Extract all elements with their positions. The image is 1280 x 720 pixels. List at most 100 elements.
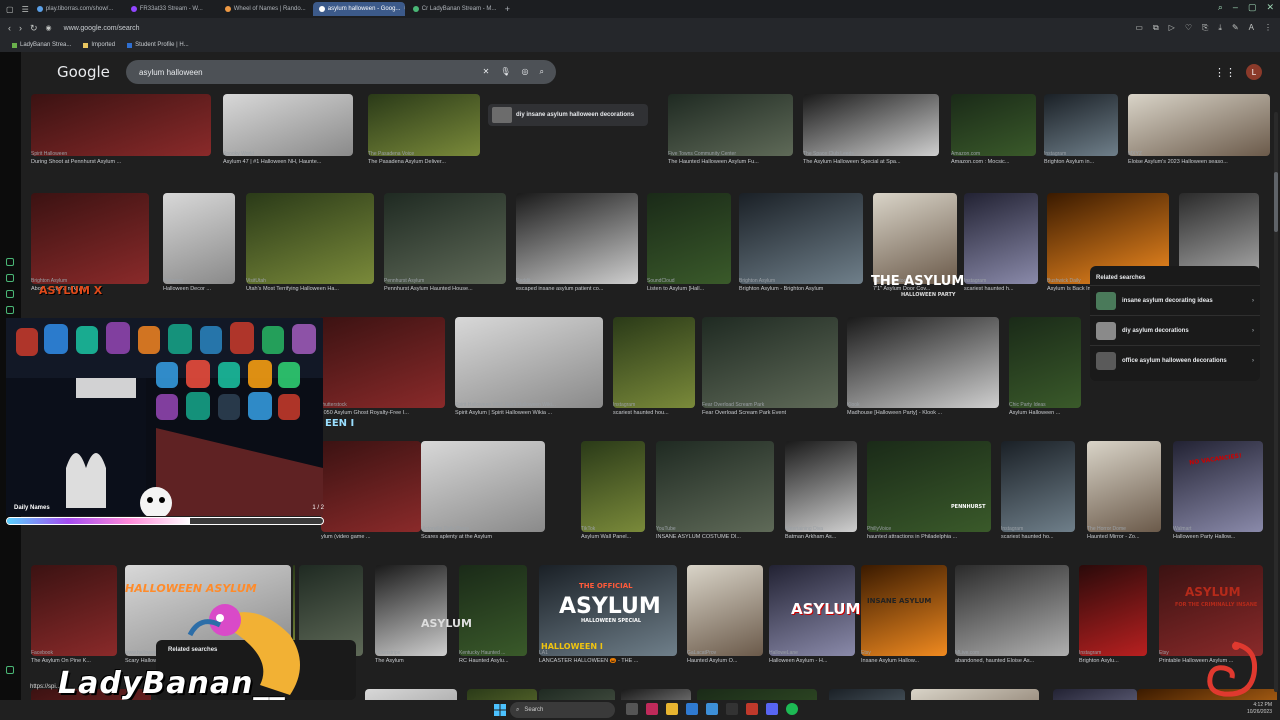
image-result-thumbnail[interactable]: [955, 565, 1069, 656]
image-result-thumbnail[interactable]: [163, 193, 235, 284]
image-result-thumbnail[interactable]: [785, 441, 857, 532]
result-source[interactable]: GaLacatProv: [687, 650, 763, 656]
image-result-thumbnail[interactable]: [455, 317, 603, 408]
result-title[interactable]: haunted attractions in Philadelphia ...: [867, 534, 991, 540]
ai-icon[interactable]: A: [1249, 23, 1254, 33]
result-title[interactable]: Asylum 47 | #1 Halloween NH, Haunte...: [223, 159, 353, 165]
browser-menu-icon[interactable]: ▢: [6, 5, 14, 14]
windows-start-icon[interactable]: [494, 704, 506, 716]
result-source[interactable]: Spirit Halloween Wiki: Spirit Halloween …: [455, 402, 603, 408]
result-title[interactable]: Halloween Decor ...: [163, 286, 235, 292]
result-title[interactable]: During Shoot at Pennhurst Asylum ...: [31, 159, 211, 165]
close-tab-icon[interactable]: ×: [403, 6, 404, 12]
result-title[interactable]: Pennhurst Asylum Haunted House...: [384, 286, 506, 292]
result-title[interactable]: Asylum Wall Panel...: [581, 534, 645, 540]
result-source[interactable]: Pinterest: [163, 278, 235, 284]
result-source[interactable]: Amazon.com: [951, 151, 1036, 157]
copy-icon[interactable]: ⎘: [1202, 23, 1208, 33]
result-source[interactable]: Entertaining Diva: [785, 526, 857, 532]
result-source[interactable]: VisitUtah: [246, 278, 374, 284]
check-app-icon[interactable]: [706, 703, 718, 715]
result-title[interactable]: The Asylum: [375, 658, 447, 664]
result-source[interactable]: Etsy: [861, 650, 947, 656]
result-title[interactable]: Asylum Halloween ...: [1009, 410, 1081, 416]
image-result-thumbnail[interactable]: [421, 441, 545, 532]
result-title[interactable]: Haunted Asylum O...: [687, 658, 763, 664]
image-result-thumbnail[interactable]: [803, 94, 939, 156]
reader-icon[interactable]: ▭: [1135, 23, 1143, 33]
search-tabs-icon[interactable]: ⌕: [1218, 2, 1223, 13]
related-search-item[interactable]: office asylum halloween decorations ›: [1090, 345, 1260, 375]
mic-icon[interactable]: 🎙: [500, 67, 510, 77]
image-result-thumbnail[interactable]: [668, 94, 793, 156]
result-title[interactable]: Brighton Asylum - Brighton Asylum: [739, 286, 863, 292]
taskbar-search[interactable]: ⌕ Search: [510, 702, 615, 718]
result-source[interactable]: Pennhurst Asylum: [384, 278, 506, 284]
result-title[interactable]: The Pasadena Asylum Deliver...: [368, 159, 480, 165]
image-result-thumbnail[interactable]: [867, 441, 991, 532]
result-source[interactable]: Spirit Halloween: [31, 151, 211, 157]
site-info-icon[interactable]: ◉: [46, 24, 52, 32]
result-title[interactable]: Haunted Mirror - Zo...: [1087, 534, 1161, 540]
tab-google-search[interactable]: asylum halloween - Goog...×: [312, 2, 405, 16]
download-icon[interactable]: ⤓: [1218, 23, 1222, 33]
result-title[interactable]: Fear Overload Scream Park Event: [702, 410, 838, 416]
image-result-thumbnail[interactable]: [911, 689, 1039, 700]
play-icon[interactable]: ▷: [1169, 23, 1175, 33]
avatar[interactable]: L: [1246, 64, 1262, 80]
suggested-search-chip[interactable]: diy insane asylum halloween decorations: [488, 104, 648, 126]
result-source[interactable]: Reddit: [516, 278, 638, 284]
image-result-thumbnail[interactable]: [702, 317, 838, 408]
result-title[interactable]: Amazon.com : Mocsic...: [951, 159, 1036, 165]
image-result-thumbnail[interactable]: [31, 94, 211, 156]
image-result-thumbnail[interactable]: [581, 441, 645, 532]
image-result-thumbnail[interactable]: [368, 94, 480, 156]
result-source[interactable]: Victorville Daily Press: [421, 526, 545, 532]
result-source[interactable]: Kentucky Haunted ...: [459, 650, 527, 656]
image-result-thumbnail[interactable]: [375, 565, 447, 656]
bookmark-ladybanan[interactable]: LadyBanan Strea...: [12, 42, 71, 48]
result-source[interactable]: Klook: [847, 402, 999, 408]
result-title[interactable]: INSANE ASYLUM COSTUME DI...: [656, 534, 774, 540]
maximize-icon[interactable]: ▢: [1248, 2, 1257, 13]
lens-icon[interactable]: ◎: [522, 67, 529, 77]
result-source[interactable]: The Space Club Leeds: [803, 151, 939, 157]
tab-play[interactable]: play.tiborras.com/show/...: [31, 2, 123, 16]
image-result-thumbnail[interactable]: [621, 689, 691, 700]
result-title[interactable]: Halloween Asylum - H...: [769, 658, 855, 664]
minimize-icon[interactable]: –: [1233, 2, 1238, 13]
image-result-thumbnail[interactable]: [697, 689, 817, 700]
related-search-item[interactable]: diy asylum decorations ›: [1090, 315, 1260, 345]
image-result-thumbnail[interactable]: [516, 193, 638, 284]
image-result-thumbnail[interactable]: [647, 193, 731, 284]
image-result-thumbnail[interactable]: [1001, 441, 1075, 532]
result-title[interactable]: Eloise Asylum's 2023 Halloween seaso...: [1128, 159, 1270, 165]
result-title[interactable]: LANCASTER HALLOWEEN 🎃 - THE ...: [539, 658, 677, 664]
image-result-thumbnail[interactable]: [1044, 94, 1118, 156]
system-tray-clock[interactable]: 4:12 PM 10/26/2023: [1247, 702, 1272, 716]
result-source[interactable]: Brighton Asylum: [739, 278, 863, 284]
result-source[interactable]: Fear Overload Scream Park: [702, 402, 838, 408]
scrollbar-thumb[interactable]: [1274, 172, 1278, 232]
result-source[interactable]: PhillyVoice: [867, 526, 991, 532]
result-source[interactable]: MXYZ: [1128, 151, 1270, 157]
chat-app-icon[interactable]: [766, 703, 778, 715]
image-result-thumbnail[interactable]: [829, 689, 905, 700]
result-title[interactable]: Batman Arkham As...: [785, 534, 857, 540]
result-source[interactable]: Instagram: [1079, 650, 1147, 656]
store-app-icon[interactable]: [686, 703, 698, 715]
result-title[interactable]: Madhouse [Halloween Party] - Klook ...: [847, 410, 999, 416]
result-source[interactable]: Ticketstripe: [375, 650, 447, 656]
image-result-thumbnail[interactable]: [1079, 565, 1147, 656]
image-result-thumbnail[interactable]: [223, 94, 353, 156]
result-title[interactable]: Brighton Asylum in...: [1044, 159, 1118, 165]
image-result-thumbnail[interactable]: [739, 193, 863, 284]
image-result-thumbnail[interactable]: [31, 565, 117, 656]
result-source[interactable]: The Horror Dome: [1087, 526, 1161, 532]
image-result-thumbnail[interactable]: [1087, 441, 1161, 532]
browser-app-icon[interactable]: [646, 703, 658, 715]
terminal-icon[interactable]: [726, 703, 738, 715]
result-source[interactable]: SoundCloud: [647, 278, 731, 284]
related-search-item[interactable]: insane asylum decorating ideas ›: [1090, 285, 1260, 315]
result-source[interactable]: Instagram: [1001, 526, 1075, 532]
